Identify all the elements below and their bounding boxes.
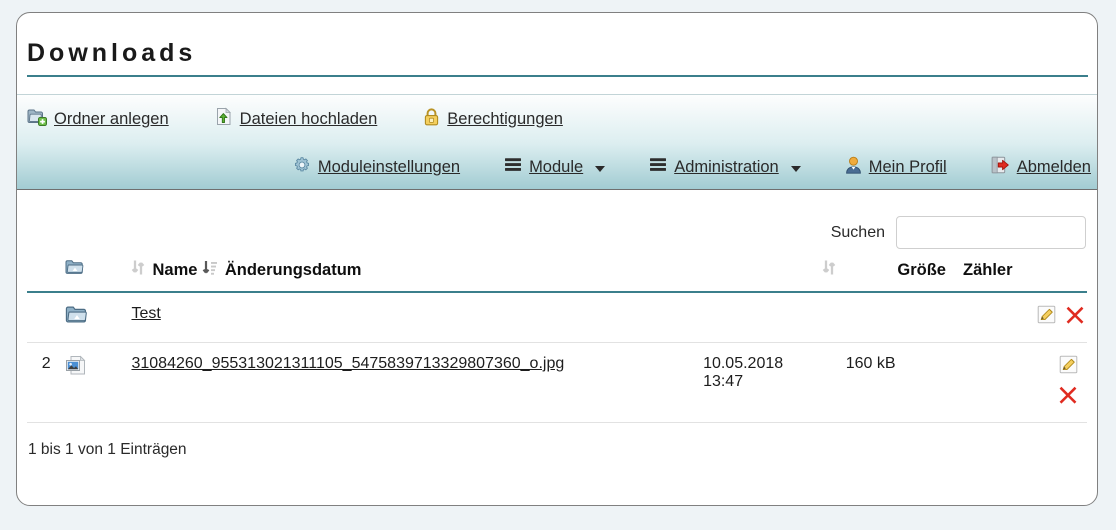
files-table-head: Name Änderungsdatum Größe Zähler [27, 259, 1087, 293]
files-table-body: Test 2 31084260_955313021311105_54758397… [27, 292, 1087, 423]
search-input[interactable] [896, 216, 1086, 249]
chevron-down-icon [595, 166, 606, 172]
logout-link[interactable]: Abmelden [991, 156, 1091, 179]
user-icon [845, 156, 862, 179]
row-actions-group [959, 305, 1087, 330]
row-name-link[interactable]: 31084260_955313021311105_547583971332980… [131, 355, 564, 372]
files-table: Name Änderungsdatum Größe Zähler Test 2 … [27, 259, 1087, 423]
row-modified: 10.05.2018 13:47 [703, 342, 842, 423]
row-modified [703, 292, 842, 343]
table-header-row: Name Änderungsdatum Größe Zähler [27, 259, 1087, 293]
row-actions [958, 342, 1087, 423]
title-area: Downloads [17, 13, 1097, 77]
module-settings-menu[interactable]: Moduleinstellungen [293, 156, 460, 179]
table-row[interactable]: 2 31084260_955313021311105_5475839713329… [27, 342, 1087, 423]
row-actions [958, 292, 1087, 343]
row-counter [27, 292, 66, 343]
sort-both-icon [131, 259, 145, 281]
upload-files-button[interactable]: Dateien hochladen [215, 107, 378, 131]
logout-icon [991, 156, 1010, 179]
toolbar-primary-row: Ordner anlegen Dateien hochladen Berecht… [17, 95, 1097, 143]
row-size [841, 292, 959, 343]
chevron-down-icon [790, 166, 801, 172]
gear-icon [293, 156, 311, 179]
sort-desc-icon [202, 259, 218, 281]
administration-menu-label: Administration [674, 157, 779, 176]
search-label: Suchen [830, 223, 885, 241]
file-upload-icon [215, 107, 233, 131]
my-profile-label: Mein Profil [868, 157, 947, 176]
search-row: Suchen [27, 190, 1087, 249]
column-header-extra[interactable] [703, 259, 842, 293]
column-header-counter2[interactable]: Zähler [958, 259, 1087, 293]
edit-icon[interactable] [1059, 355, 1078, 379]
column-header-modified[interactable]: Änderungsdatum [201, 259, 704, 293]
content-area: Suchen Name Änderungsdatum Größe Zähler … [17, 190, 1097, 487]
logout-label: Abmelden [1016, 157, 1091, 176]
row-modified-date: 10.05.2018 [703, 355, 784, 372]
title-divider [27, 75, 1088, 77]
permissions-label: Berechtigungen [447, 109, 563, 128]
image-file-icon [65, 355, 131, 381]
row-modified-time: 13:47 [703, 373, 744, 390]
row-type [65, 292, 132, 343]
toolbar: Ordner anlegen Dateien hochladen Berecht… [17, 94, 1097, 190]
create-folder-button[interactable]: Ordner anlegen [27, 108, 169, 131]
downloads-panel: Downloads Ordner anlegen Dateien hochlad… [16, 12, 1098, 506]
row-actions-group [1051, 355, 1087, 410]
column-header-counter[interactable] [27, 259, 66, 293]
upload-files-label: Dateien hochladen [239, 109, 378, 128]
row-name: Test [131, 292, 704, 343]
delete-icon[interactable] [1058, 385, 1078, 410]
edit-icon[interactable] [1037, 305, 1056, 329]
hamburger-icon [649, 157, 667, 177]
folder-icon [65, 259, 85, 281]
row-type [65, 342, 132, 423]
column-header-name[interactable]: Name [131, 259, 202, 293]
module-menu[interactable]: Module [504, 157, 606, 177]
column-header-type[interactable] [65, 259, 132, 293]
create-folder-label: Ordner anlegen [54, 109, 169, 128]
delete-icon[interactable] [1065, 305, 1085, 330]
module-menu-label: Module [529, 157, 584, 176]
row-name: 31084260_955313021311105_547583971332980… [131, 342, 704, 423]
hamburger-icon [504, 157, 522, 177]
row-size: 160 kB [841, 342, 959, 423]
table-row[interactable]: Test [27, 292, 1087, 343]
column-header-modified-label: Änderungsdatum [224, 260, 362, 279]
column-header-size[interactable]: Größe [841, 259, 959, 293]
lock-icon [423, 107, 440, 131]
administration-menu[interactable]: Administration [649, 157, 801, 177]
row-name-link[interactable]: Test [131, 305, 160, 322]
column-header-name-label: Name [152, 260, 198, 279]
my-profile-link[interactable]: Mein Profil [845, 156, 947, 179]
folder-icon [65, 305, 131, 330]
module-settings-label: Moduleinstellungen [317, 157, 461, 176]
toolbar-menu-row: Moduleinstellungen Module Administration… [17, 143, 1097, 191]
sort-both-icon [822, 259, 836, 281]
column-header-size-label: Größe [897, 260, 946, 279]
folder-add-icon [27, 108, 47, 131]
page-title: Downloads [27, 39, 197, 67]
row-counter: 2 [27, 342, 66, 423]
permissions-button[interactable]: Berechtigungen [423, 107, 563, 131]
column-header-counter-label: Zähler [962, 260, 1013, 279]
table-footer-info: 1 bis 1 von 1 Einträgen [28, 441, 187, 458]
